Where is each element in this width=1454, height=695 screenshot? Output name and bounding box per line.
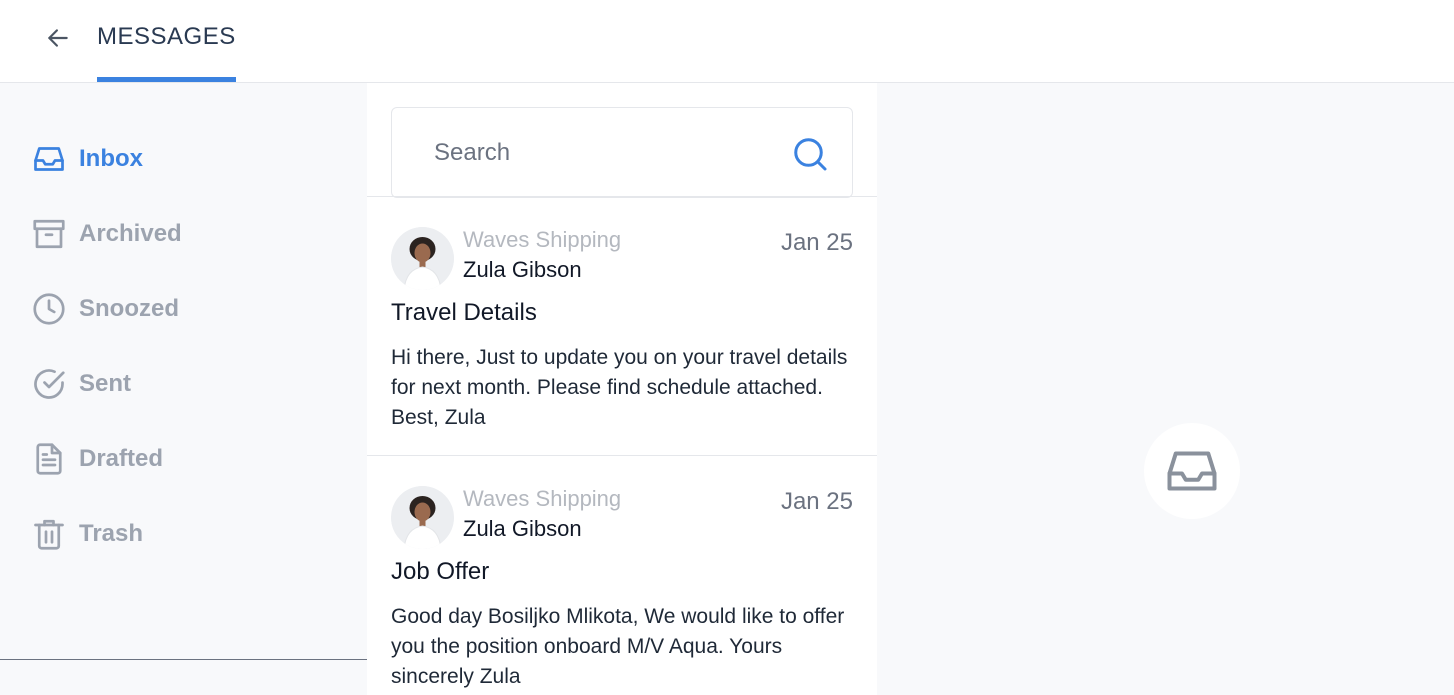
inbox-icon: [1167, 451, 1217, 491]
sidebar-item-label: Sent: [79, 370, 132, 397]
active-tab-indicator: [97, 77, 236, 82]
sidebar-item-trash[interactable]: Trash: [30, 514, 143, 554]
page-title: MESSAGES: [97, 23, 236, 50]
avatar: [391, 486, 454, 549]
top-bar: MESSAGES: [0, 0, 1454, 83]
sidebar-item-label: Trash: [79, 520, 144, 547]
message-detail-pane: [877, 83, 1454, 695]
check-circle-icon: [30, 365, 68, 403]
inbox-icon: [30, 140, 68, 178]
sidebar-item-drafted[interactable]: Drafted: [30, 439, 163, 479]
sidebar-divider: [0, 659, 367, 660]
back-button[interactable]: [40, 20, 76, 56]
sidebar-item-label: Inbox: [79, 145, 143, 172]
sender-company: Waves Shipping: [463, 227, 622, 252]
message-date: Jan 25: [780, 229, 853, 256]
sidebar-item-inbox[interactable]: Inbox: [30, 139, 143, 179]
divider: [367, 455, 877, 456]
empty-state: [1144, 423, 1240, 519]
message-preview: Hi there, Just to update you on your tra…: [391, 346, 848, 429]
sidebar-item-label: Archived: [79, 220, 182, 247]
sidebar-item-label: Drafted: [79, 445, 164, 472]
document-icon: [30, 440, 68, 478]
sidebar-item-label: Snoozed: [79, 295, 179, 322]
message-subject: Travel Details: [391, 299, 537, 326]
arrow-left-icon: [48, 29, 68, 47]
divider: [367, 196, 877, 197]
trash-icon: [30, 515, 68, 553]
search-box: [391, 107, 853, 198]
sidebar-item-archived[interactable]: Archived: [30, 214, 182, 254]
list-item[interactable]: Waves Shipping Zula Gibson Jan 25 Travel…: [391, 227, 853, 447]
message-date: Jan 25: [780, 488, 853, 515]
sender-name: Zula Gibson: [463, 516, 582, 541]
archive-icon: [30, 215, 68, 253]
sidebar-item-snoozed[interactable]: Snoozed: [30, 289, 179, 329]
tab-messages[interactable]: MESSAGES: [97, 0, 236, 82]
message-list: Waves Shipping Zula Gibson Jan 25 Travel…: [367, 83, 877, 695]
list-item[interactable]: Waves Shipping Zula Gibson Jan 25 Job Of…: [391, 486, 853, 695]
sender-name: Zula Gibson: [463, 257, 582, 282]
search-input[interactable]: [434, 136, 774, 170]
clock-icon: [30, 290, 68, 328]
avatar: [391, 227, 454, 290]
message-subject: Job Offer: [391, 558, 490, 585]
message-preview: Good day Bosiljko Mlikota, We would like…: [391, 605, 845, 688]
sidebar-item-sent[interactable]: Sent: [30, 364, 131, 404]
sidebar: Inbox Archived Snoozed Sent Drafted Tras…: [0, 83, 367, 695]
sender-company: Waves Shipping: [463, 486, 622, 511]
search-icon[interactable]: [792, 136, 828, 172]
